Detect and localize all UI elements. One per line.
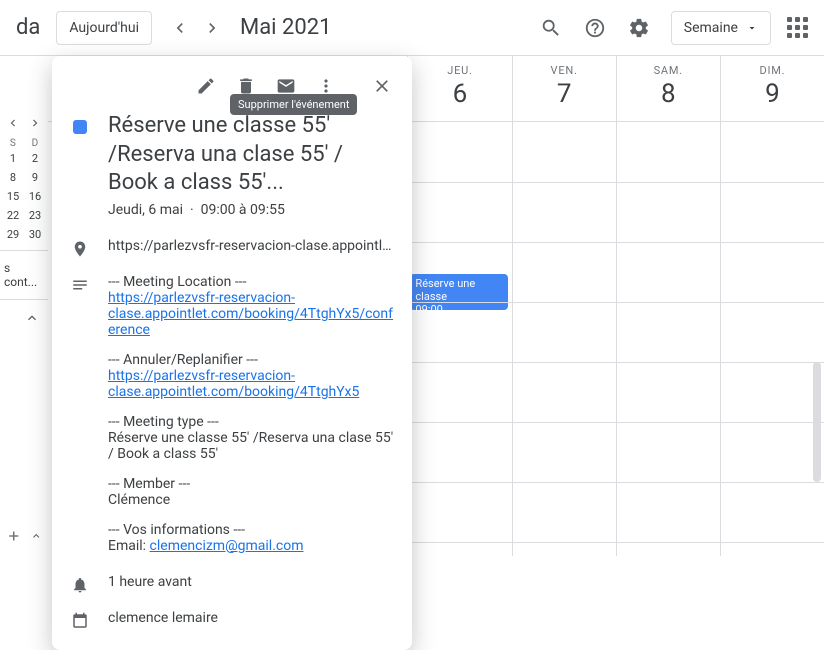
day-abbr: SAM. — [617, 64, 720, 77]
day-column[interactable]: Réserve une classe 09:00, https://parle — [407, 122, 511, 556]
next-week-button[interactable] — [196, 12, 228, 44]
location-icon — [71, 240, 89, 258]
mini-day[interactable]: 9 — [32, 171, 38, 184]
day-column[interactable] — [720, 122, 824, 556]
mini-day[interactable]: 30 — [29, 228, 41, 241]
close-icon — [372, 76, 392, 96]
event-chip-title: Réserve une classe — [415, 277, 502, 303]
help-icon — [584, 17, 606, 39]
caret-down-icon — [746, 22, 758, 34]
plus-icon[interactable] — [6, 526, 22, 546]
day-column[interactable] — [512, 122, 616, 556]
mini-day[interactable]: 22 — [7, 209, 19, 222]
bell-icon — [71, 576, 89, 594]
scrollbar[interactable] — [813, 362, 821, 482]
day-column-head[interactable]: DIM. 9 — [720, 56, 824, 121]
mini-day[interactable]: 1 — [10, 152, 16, 165]
event-details-popup: Supprimer l'événement Réserve une classe… — [52, 56, 412, 650]
app-header: da Aujourd'hui Mai 2021 Semaine — [0, 0, 824, 56]
desc-value: Réserve une classe 55' /Reserva una clas… — [108, 430, 394, 462]
day-number: 9 — [721, 79, 824, 109]
calendar-icon — [71, 612, 89, 630]
email-prefix: Email: — [108, 538, 150, 554]
mini-day[interactable]: 23 — [29, 209, 41, 222]
day-number: 7 — [513, 79, 616, 109]
mini-calendar-nav — [0, 116, 48, 130]
desc-label: --- Meeting type --- — [108, 414, 394, 430]
chevron-up-icon[interactable] — [30, 528, 42, 544]
view-selector[interactable]: Semaine — [671, 11, 771, 45]
chevron-right-icon — [202, 18, 222, 38]
close-popup-button[interactable] — [364, 68, 400, 104]
sidebar-footer — [0, 516, 48, 556]
description-icon — [71, 276, 89, 294]
day-column-head[interactable]: JEU. 6 — [407, 56, 511, 121]
search-button[interactable] — [531, 8, 571, 48]
chevron-left-icon[interactable] — [6, 116, 20, 130]
desc-value: Clémence — [108, 492, 394, 508]
mini-day[interactable]: 2 — [32, 152, 38, 165]
day-number: 8 — [617, 79, 720, 109]
email-link[interactable]: clemencizm@gmail.com — [150, 538, 304, 554]
today-button[interactable]: Aujourd'hui — [56, 11, 152, 45]
mini-day[interactable]: 29 — [7, 228, 19, 241]
chevron-left-icon — [170, 18, 190, 38]
day-column-head[interactable]: VEN. 7 — [512, 56, 616, 121]
search-icon — [540, 17, 562, 39]
sidebar-section[interactable]: s cont... — [0, 250, 48, 300]
day-abbr: JEU. — [408, 64, 511, 77]
desc-label: --- Annuler/Replanifier --- — [108, 352, 394, 368]
mini-day[interactable]: 16 — [29, 190, 41, 203]
envelope-icon — [276, 76, 296, 96]
cancel-link[interactable]: https://parlezvsfr-reservacion-clase.app… — [108, 368, 359, 400]
day-number: 6 — [408, 79, 511, 109]
meeting-location-link[interactable]: https://parlezvsfr-reservacion-clase.app… — [108, 290, 393, 338]
desc-label: --- Vos informations --- — [108, 522, 394, 538]
event-color-swatch — [73, 120, 87, 134]
mini-day[interactable]: 8 — [10, 171, 16, 184]
prev-week-button[interactable] — [164, 12, 196, 44]
more-vert-icon — [316, 76, 336, 96]
brand-text: da — [16, 15, 40, 40]
event-chip-sub: 09:00, https://parle — [415, 303, 502, 310]
desc-label: --- Meeting Location --- — [108, 274, 394, 290]
day-abbr: DIM. — [721, 64, 824, 77]
mini-weekday: S — [10, 138, 16, 149]
calendar-name: clemence lemaire — [108, 610, 394, 630]
mini-weekday: D — [32, 138, 39, 149]
apps-button[interactable] — [787, 17, 808, 38]
view-selector-label: Semaine — [684, 20, 738, 36]
help-button[interactable] — [575, 8, 615, 48]
desc-label: --- Member --- — [108, 476, 394, 492]
delete-tooltip: Supprimer l'événement — [230, 94, 357, 115]
chevron-right-icon[interactable] — [28, 116, 42, 130]
event-title: Réserve une classe 55' /Reserva una clas… — [108, 112, 394, 198]
day-abbr: VEN. — [513, 64, 616, 77]
day-column-head[interactable]: SAM. 8 — [616, 56, 720, 121]
day-column[interactable] — [616, 122, 720, 556]
sidebar: S D 1 2 8 9 15 16 22 23 29 30 s cont... — [0, 56, 48, 336]
current-month: Mai 2021 — [240, 15, 331, 40]
settings-button[interactable] — [619, 8, 659, 48]
edit-event-button[interactable] — [188, 68, 224, 104]
event-datetime: Jeudi, 6 mai · 09:00 à 09:55 — [108, 202, 394, 218]
pencil-icon — [196, 76, 216, 96]
gear-icon — [628, 17, 650, 39]
chevron-up-icon[interactable] — [24, 310, 40, 326]
event-location[interactable]: https://parlezvsfr-reservacion-clase.app… — [108, 238, 394, 258]
event-description: --- Meeting Location --- https://parlezv… — [108, 274, 394, 558]
mini-day[interactable]: 15 — [7, 190, 19, 203]
trash-icon — [236, 76, 256, 96]
event-chip[interactable]: Réserve une classe 09:00, https://parle — [410, 274, 507, 310]
reminder-text: 1 heure avant — [108, 574, 394, 594]
